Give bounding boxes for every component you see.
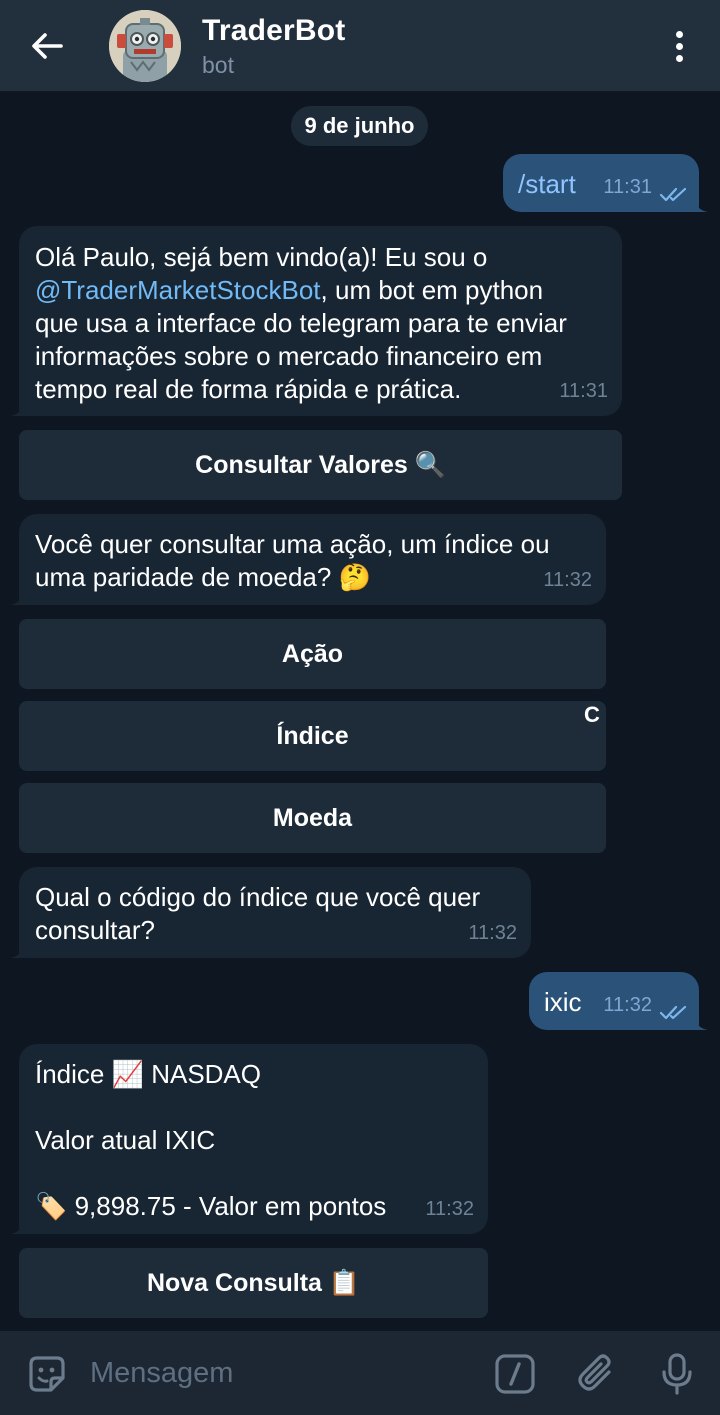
message-text: , um bot em python bbox=[320, 275, 544, 305]
more-vertical-icon bbox=[675, 30, 683, 38]
indice-button[interactable]: Índice bbox=[19, 701, 606, 771]
sticker-button[interactable] bbox=[22, 1349, 72, 1399]
bot-mention-link[interactable]: @TraderMarketStockBot bbox=[35, 275, 321, 305]
more-menu-button[interactable] bbox=[664, 26, 694, 66]
message-line: 🏷️ 9,898.75 - Valor em pontos bbox=[35, 1191, 387, 1221]
bubble-tail bbox=[10, 402, 24, 416]
outgoing-message[interactable]: /start 11:31 bbox=[503, 154, 708, 212]
sticker-smile-icon bbox=[29, 1356, 65, 1392]
robot-icon bbox=[109, 10, 181, 82]
double-check-icon bbox=[659, 1005, 687, 1020]
bubble-tail bbox=[694, 1016, 708, 1030]
message-line: tempo real de forma rápida e prática. bbox=[35, 374, 462, 404]
message-text: ixic bbox=[544, 987, 582, 1017]
incoming-message[interactable]: Qual o código do índice que você quer co… bbox=[10, 867, 531, 958]
chat-title: TraderBot bbox=[202, 14, 346, 47]
message-line: que usa a interface do telegram para te … bbox=[35, 308, 567, 338]
message-text: /start bbox=[518, 169, 576, 199]
message-line: Índice 📈 NASDAQ bbox=[35, 1059, 262, 1089]
voice-message-button[interactable] bbox=[652, 1349, 702, 1399]
chat-header: TraderBot bot bbox=[0, 0, 720, 92]
incoming-message[interactable]: Você quer consultar uma ação, um índice … bbox=[10, 514, 606, 605]
message-time: 11:32 bbox=[543, 569, 592, 591]
bubble-tail bbox=[10, 944, 24, 958]
incoming-message[interactable]: Índice 📈 NASDAQ Valor atual IXIC 🏷️ 9,89… bbox=[10, 1044, 488, 1234]
bubble-tail bbox=[694, 198, 708, 212]
message-composer: Mensagem bbox=[0, 1331, 720, 1415]
incoming-message[interactable]: Olá Paulo, sejá bem vindo(a)! Eu sou o @… bbox=[10, 226, 622, 416]
bubble-tail bbox=[10, 1220, 24, 1234]
message-line: Qual o código do índice que você quer bbox=[35, 882, 481, 912]
menu-dot bbox=[675, 42, 683, 50]
message-time: 11:32 bbox=[425, 1198, 474, 1220]
message-input[interactable]: Mensagem bbox=[90, 1357, 233, 1390]
message-time: 11:31 bbox=[603, 176, 652, 198]
bot-avatar[interactable] bbox=[109, 10, 181, 82]
acao-button[interactable]: Ação bbox=[19, 619, 606, 689]
consultar-valores-button[interactable]: Consultar Valores 🔍 bbox=[19, 430, 622, 500]
message-line: @TraderMarketStockBot, um bot em python bbox=[35, 274, 567, 307]
moeda-button[interactable]: Moeda bbox=[19, 783, 606, 853]
arrow-left-icon bbox=[32, 33, 63, 59]
date-separator: 9 de junho bbox=[291, 106, 428, 146]
back-button[interactable] bbox=[26, 26, 68, 66]
attach-button[interactable] bbox=[572, 1349, 622, 1399]
paperclip-icon bbox=[578, 1354, 611, 1391]
nova-consulta-button[interactable]: Nova Consulta 📋 bbox=[19, 1248, 488, 1318]
message-line: Valor atual IXIC bbox=[35, 1125, 216, 1155]
microphone-icon bbox=[662, 1353, 692, 1395]
outgoing-message[interactable]: ixic 11:32 bbox=[529, 972, 708, 1030]
bubble-tail bbox=[10, 591, 24, 605]
chat-subtitle: bot bbox=[202, 52, 234, 78]
loading-indicator: C bbox=[584, 702, 600, 727]
message-line: consultar? bbox=[35, 915, 155, 945]
double-check-icon bbox=[659, 187, 687, 202]
message-line: uma paridade de moeda? 🤔 bbox=[35, 562, 371, 592]
message-line: informações sobre o mercado financeiro e… bbox=[35, 341, 543, 371]
message-line: Olá Paulo, sejá bem vindo(a)! Eu sou o bbox=[35, 242, 488, 272]
message-time: 11:32 bbox=[603, 994, 652, 1016]
slash-command-icon bbox=[495, 1354, 535, 1394]
menu-dot bbox=[675, 54, 683, 62]
message-time: 11:32 bbox=[468, 922, 517, 944]
bot-commands-button[interactable] bbox=[490, 1349, 540, 1399]
message-line: Você quer consultar uma ação, um índice … bbox=[35, 529, 550, 559]
message-time: 11:31 bbox=[559, 380, 608, 402]
